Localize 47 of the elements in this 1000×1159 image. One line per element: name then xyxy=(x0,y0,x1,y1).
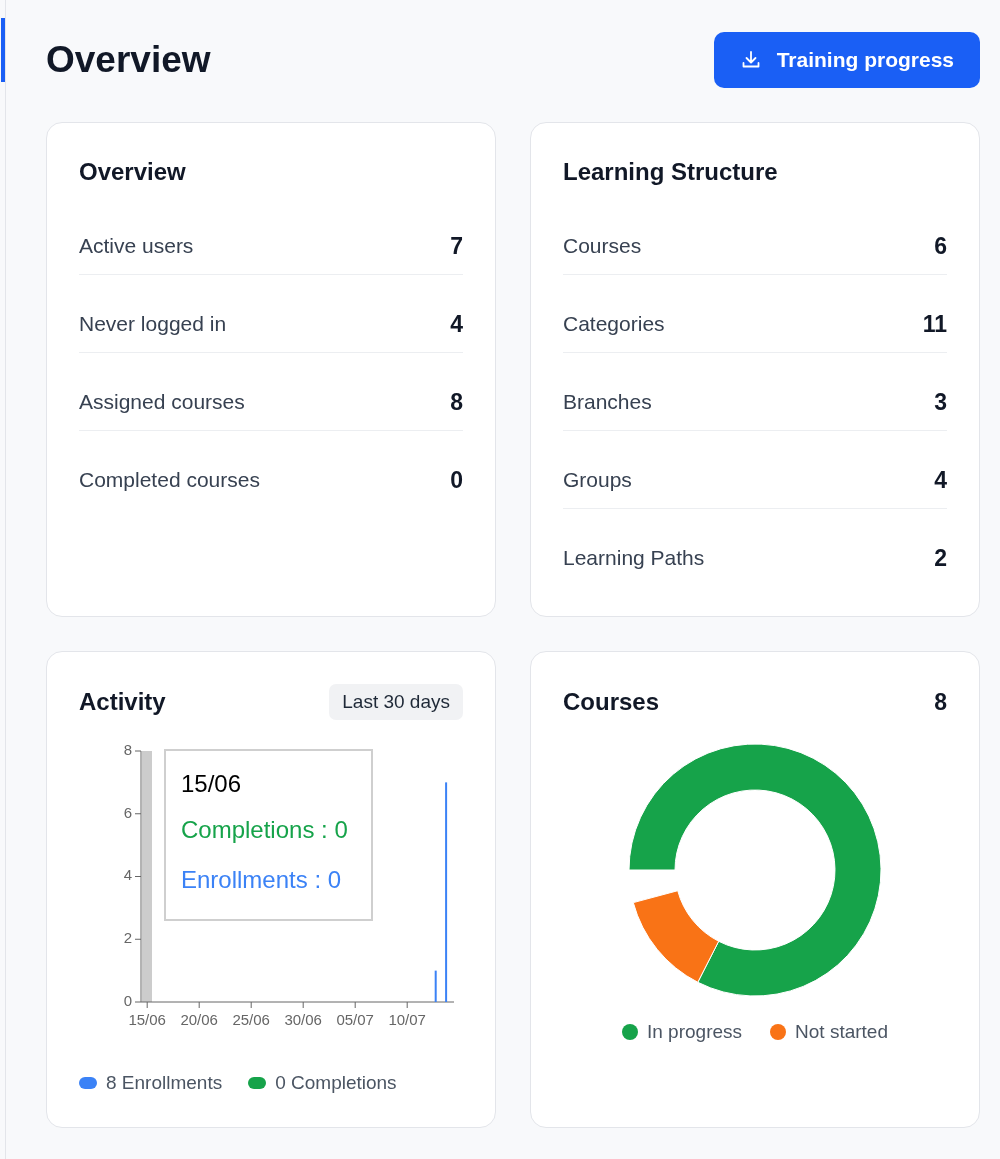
stat-label: Courses xyxy=(563,234,642,258)
legend-label: 0 Completions xyxy=(275,1072,397,1094)
card-title: Learning Structure xyxy=(563,157,779,187)
axis-tick-label: 10/07 xyxy=(388,1010,426,1028)
legend-label: In progress xyxy=(647,1021,743,1043)
axis-tick-label: 20/06 xyxy=(180,1010,218,1028)
card-title: Courses xyxy=(563,687,660,717)
axis-tick-label: 15/06 xyxy=(128,1010,166,1028)
card-title: Overview xyxy=(79,157,187,187)
stat-value: 8 xyxy=(450,390,463,414)
page-title: Overview xyxy=(46,38,211,82)
stat-label: Active users xyxy=(79,234,194,258)
stat-label: Assigned courses xyxy=(79,390,245,414)
stat-value: 11 xyxy=(922,312,947,336)
stat-value: 4 xyxy=(934,468,947,492)
stat-label: Completed courses xyxy=(79,468,260,492)
tooltip-value: Enrollments : 0 xyxy=(181,865,343,895)
stat-label: Categories xyxy=(563,312,665,336)
download-icon xyxy=(740,50,761,70)
axis-tick-label: 30/06 xyxy=(284,1010,322,1028)
stat-label: Never logged in xyxy=(79,312,227,336)
tooltip-date: 15/06 xyxy=(181,769,243,799)
stat-label: Branches xyxy=(563,390,652,414)
stat-label: Learning Paths xyxy=(563,546,705,570)
stat-value: 6 xyxy=(934,234,947,258)
axis-tick-label: 0 xyxy=(123,991,132,1009)
axis-tick-label: 4 xyxy=(123,866,132,884)
tooltip-value: Completions : 0 xyxy=(181,815,349,845)
stat-label: Groups xyxy=(563,468,632,492)
chart-bar xyxy=(434,970,437,1002)
stat-value: 7 xyxy=(450,234,463,258)
stat-value: 3 xyxy=(934,390,947,414)
legend-label: Not started xyxy=(795,1021,888,1043)
date-range-button[interactable]: Last 30 days xyxy=(329,684,463,720)
axis-tick-label: 8 xyxy=(123,741,132,758)
axis-tick-label: 2 xyxy=(123,929,132,947)
training-progress-button[interactable]: Training progress xyxy=(713,32,980,88)
legend-label: 8 Enrollments xyxy=(106,1072,223,1094)
stat-value: 0 xyxy=(450,468,463,492)
card-title: Activity xyxy=(79,687,166,717)
course-count: 8 xyxy=(934,688,947,716)
stat-value: 4 xyxy=(450,312,463,336)
stat-value: 2 xyxy=(934,546,947,570)
axis-tick-label: 6 xyxy=(123,803,132,821)
accent-bar xyxy=(1,18,5,82)
axis-tick-label: 25/06 xyxy=(232,1010,270,1028)
axis-tick-label: 05/07 xyxy=(336,1010,374,1028)
